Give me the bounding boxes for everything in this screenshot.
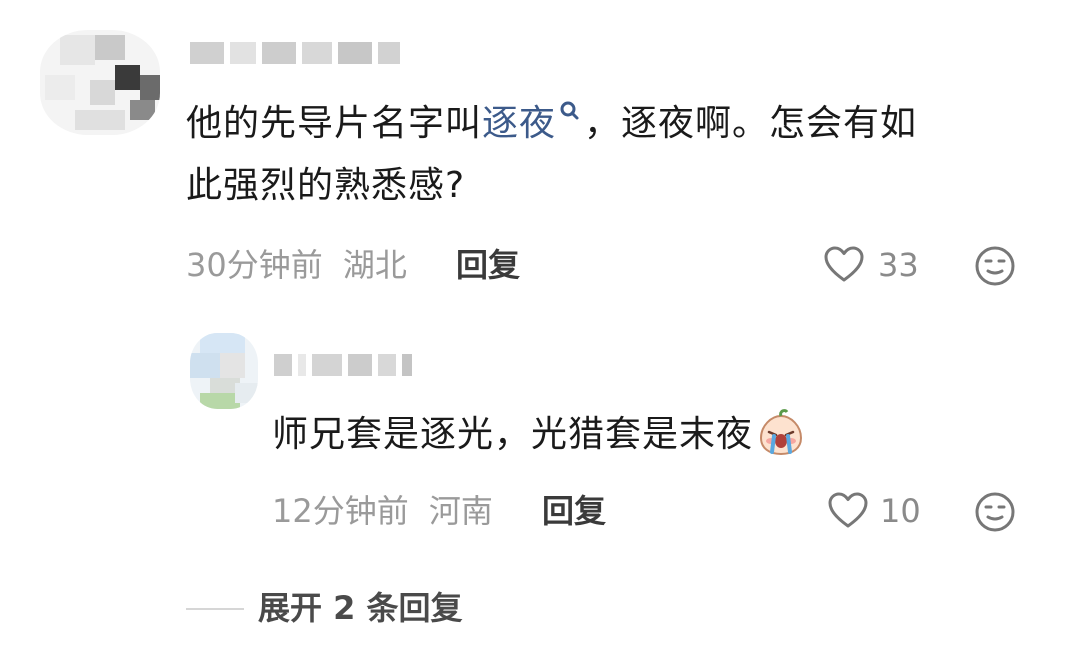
commenter-avatar[interactable] bbox=[40, 30, 160, 135]
comment-text-line1: 他的先导片名字叫逐夜 ，逐夜啊。怎会有如 bbox=[186, 93, 1046, 155]
comment-like-count: 33 bbox=[878, 246, 919, 284]
comment-text: 他的先导片名字叫逐夜 ，逐夜啊。怎会有如 此强烈的熟悉感? bbox=[186, 93, 1046, 217]
reply-time: 12分钟前 bbox=[272, 492, 409, 530]
commenter-username[interactable] bbox=[190, 36, 400, 70]
crying-peach-sticker bbox=[757, 408, 805, 456]
search-icon bbox=[556, 93, 584, 155]
reply-text: 师兄套是逐光，光猎套是末夜 bbox=[272, 414, 754, 455]
comment-text-after: ，逐夜啊。怎会有如 bbox=[584, 103, 918, 144]
reply-meta: 12分钟前 河南 bbox=[272, 489, 493, 533]
comment-location: 湖北 bbox=[342, 246, 407, 284]
reply-text-row: 师兄套是逐光，光猎套是末夜 bbox=[272, 404, 805, 466]
expand-replies-button[interactable]: 展开 2 条回复 bbox=[258, 586, 463, 630]
reply-location: 河南 bbox=[428, 492, 493, 530]
replier-username[interactable] bbox=[274, 348, 412, 382]
neutral-face-icon[interactable] bbox=[974, 491, 1016, 533]
search-term-text: 逐夜 bbox=[482, 103, 557, 144]
reply-reply-button[interactable]: 回复 bbox=[542, 489, 606, 533]
replier-avatar[interactable] bbox=[190, 333, 258, 409]
reply-like-button[interactable]: 10 bbox=[826, 489, 921, 533]
heart-outline-icon bbox=[822, 243, 866, 287]
comment-text-before: 他的先导片名字叫 bbox=[186, 103, 483, 144]
comment-time: 30分钟前 bbox=[186, 246, 323, 284]
comment-reply-button[interactable]: 回复 bbox=[456, 243, 520, 287]
search-term-link[interactable]: 逐夜 bbox=[482, 101, 584, 144]
expand-divider bbox=[186, 608, 244, 610]
heart-outline-icon bbox=[826, 489, 870, 533]
reply-like-count: 10 bbox=[880, 492, 921, 530]
comment-like-button[interactable]: 33 bbox=[822, 243, 919, 287]
neutral-face-icon[interactable] bbox=[974, 245, 1016, 287]
comment-text-line2: 此强烈的熟悉感? bbox=[186, 165, 466, 206]
comment-meta: 30分钟前 湖北 bbox=[186, 243, 407, 287]
